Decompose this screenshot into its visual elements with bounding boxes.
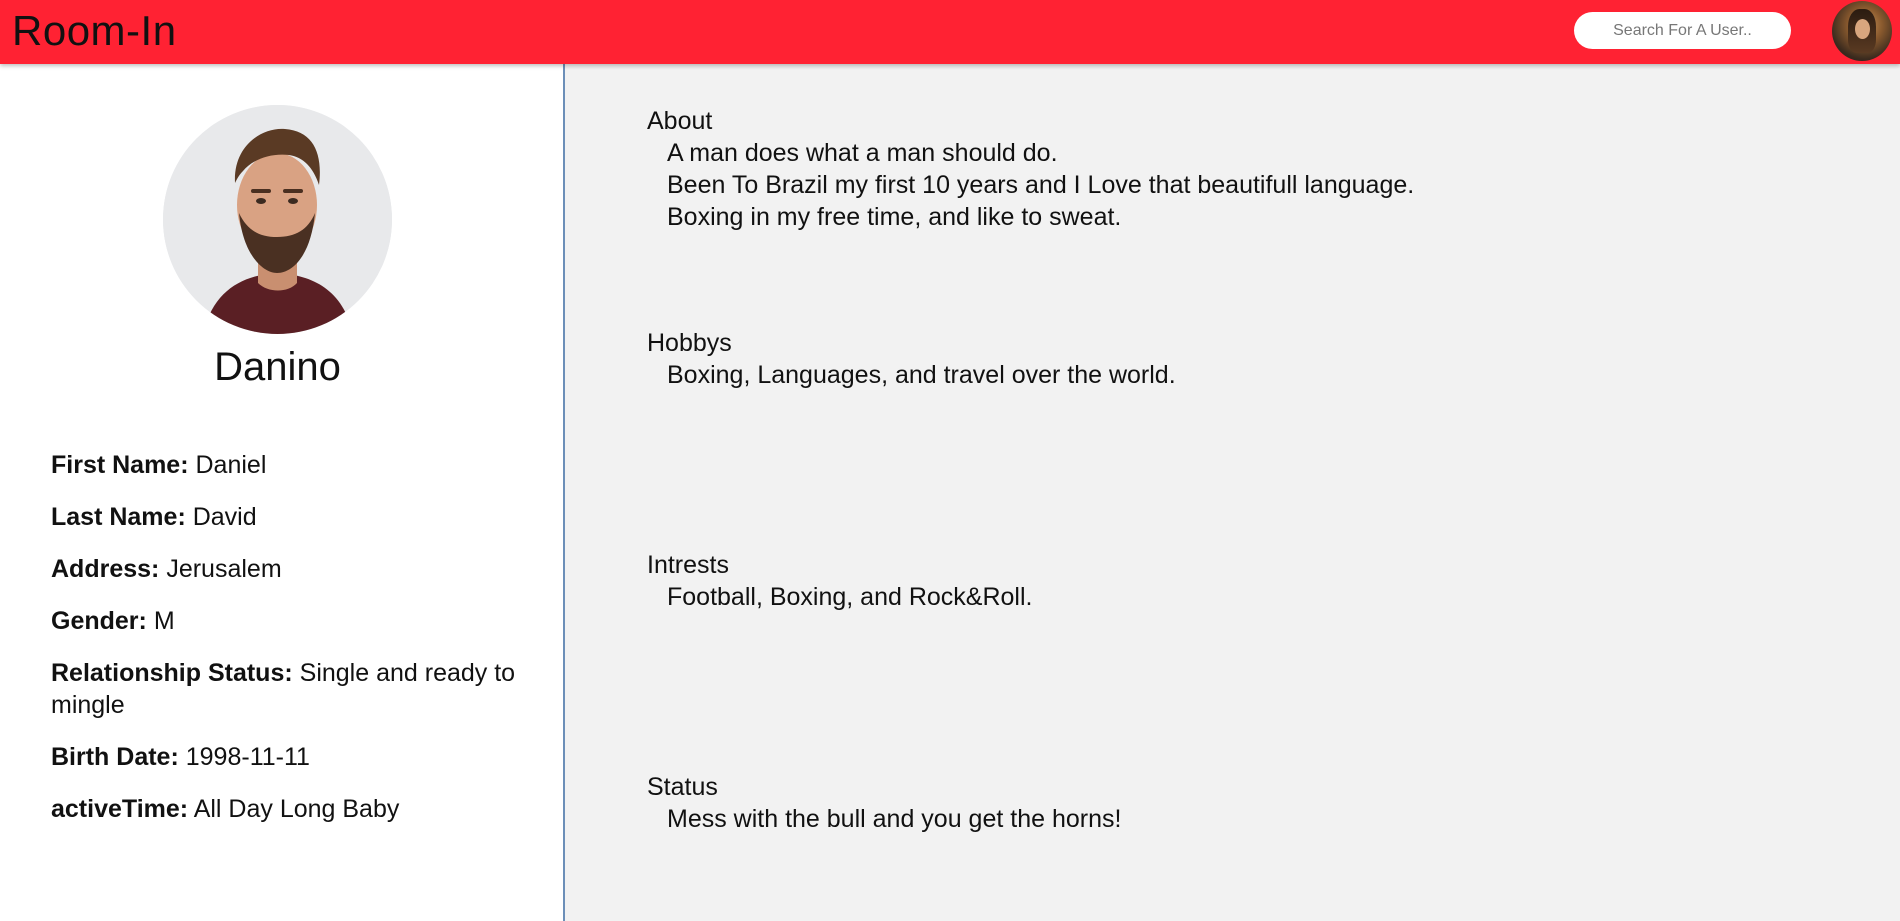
detail-gender: Gender: M <box>51 605 531 637</box>
detail-value: M <box>153 607 175 635</box>
section-title: Intrests <box>647 551 729 579</box>
detail-address: Address: Jerusalem <box>51 553 531 585</box>
detail-label: Last Name: <box>51 503 186 531</box>
detail-value: Daniel <box>195 451 267 479</box>
about-section: About A man does what a man should do. B… <box>647 105 1847 233</box>
detail-label: activeTime: <box>51 795 189 823</box>
profile-sidebar: Danino First Name: Daniel Last Name: Dav… <box>0 64 565 921</box>
section-text-line: Mess with the bull and you get the horns… <box>667 805 1122 833</box>
top-navbar: Room-In <box>0 0 1900 64</box>
hobbys-section: Hobbys Boxing, Languages, and travel ove… <box>647 327 1847 391</box>
profile-photo <box>163 105 392 334</box>
profile-username: Danino <box>214 345 341 389</box>
detail-label: First Name: <box>51 451 189 479</box>
user-search-input[interactable] <box>1574 12 1791 49</box>
section-title: Hobbys <box>647 329 732 357</box>
detail-value: 1998-11-11 <box>185 743 310 771</box>
detail-active-time: activeTime: All Day Long Baby <box>51 793 531 825</box>
section-text-line: Boxing in my free time, and like to swea… <box>667 203 1122 231</box>
detail-label: Gender: <box>51 607 147 635</box>
detail-birth-date: Birth Date: 1998-11-11 <box>51 741 531 773</box>
profile-photo-illustration <box>163 105 392 334</box>
profile-details-list: First Name: Daniel Last Name: David Addr… <box>51 449 531 845</box>
avatar-face-shape <box>1855 19 1870 39</box>
detail-first-name: First Name: Daniel <box>51 449 531 481</box>
profile-main-content: About A man does what a man should do. B… <box>567 64 1900 921</box>
detail-label: Address: <box>51 555 160 583</box>
section-title: Status <box>647 773 718 801</box>
section-text-line: Been To Brazil my first 10 years and I L… <box>667 171 1415 199</box>
status-section: Status Mess with the bull and you get th… <box>647 771 1847 835</box>
detail-relationship-status: Relationship Status: Single and ready to… <box>51 657 531 721</box>
section-text-line: A man does what a man should do. <box>667 139 1058 167</box>
section-title: About <box>647 107 713 135</box>
detail-value: All Day Long Baby <box>193 795 400 823</box>
intrests-section: Intrests Football, Boxing, and Rock&Roll… <box>647 549 1847 613</box>
section-text-line: Football, Boxing, and Rock&Roll. <box>667 583 1033 611</box>
detail-label: Relationship Status: <box>51 659 293 687</box>
app-logo[interactable]: Room-In <box>12 7 177 55</box>
current-user-avatar[interactable] <box>1832 1 1892 61</box>
detail-last-name: Last Name: David <box>51 501 531 533</box>
detail-label: Birth Date: <box>51 743 179 771</box>
detail-value: David <box>192 503 257 531</box>
section-text-line: Boxing, Languages, and travel over the w… <box>667 361 1176 389</box>
detail-value: Jerusalem <box>166 555 282 583</box>
